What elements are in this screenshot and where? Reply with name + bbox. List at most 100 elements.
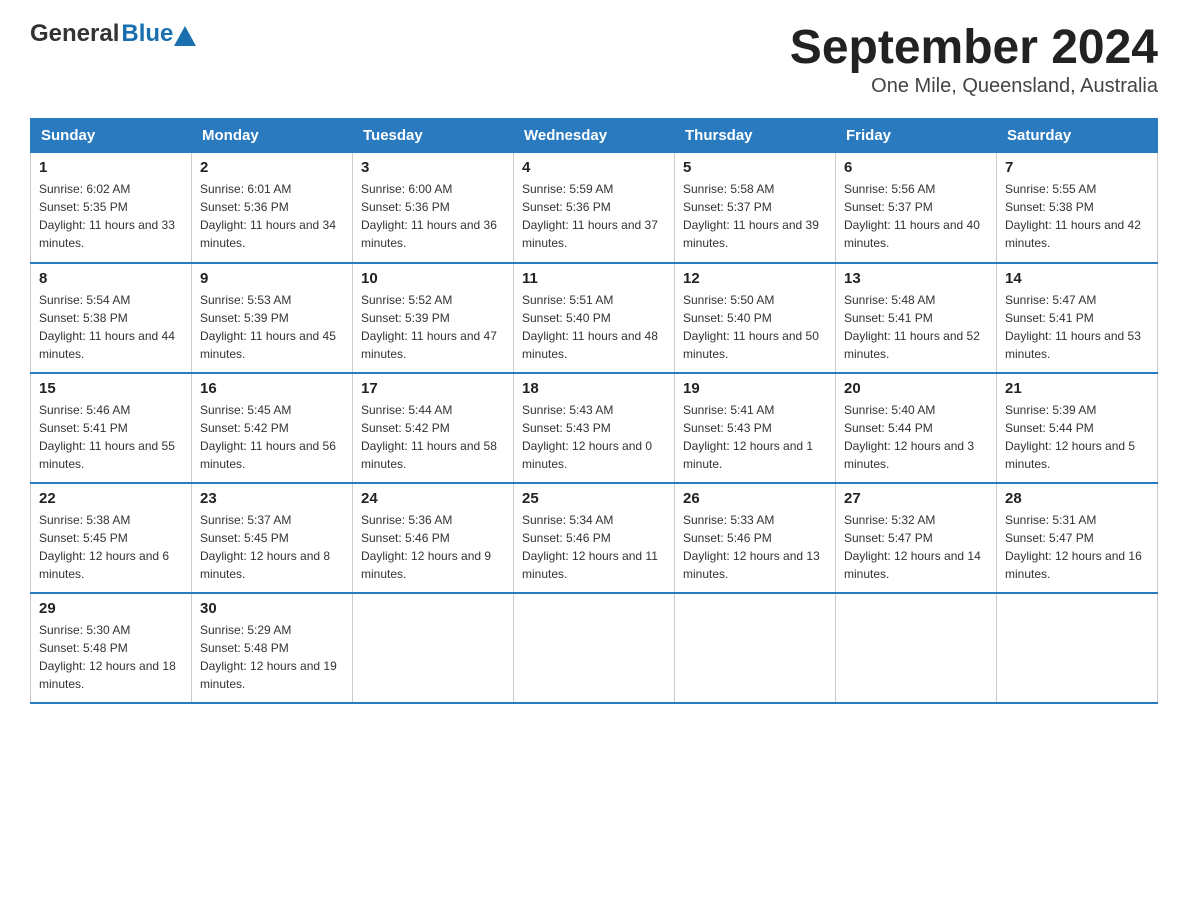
- day-info: Sunrise: 5:38 AM Sunset: 5:45 PM Dayligh…: [39, 511, 183, 583]
- calendar-day-cell: [514, 593, 675, 703]
- calendar-day-cell: 28 Sunrise: 5:31 AM Sunset: 5:47 PM Dayl…: [997, 483, 1158, 593]
- logo-blue-text: Blue: [121, 20, 173, 48]
- day-number: 28: [1005, 490, 1149, 507]
- day-number: 10: [361, 270, 505, 287]
- day-number: 5: [683, 159, 827, 176]
- day-info: Sunrise: 5:36 AM Sunset: 5:46 PM Dayligh…: [361, 511, 505, 583]
- day-number: 26: [683, 490, 827, 507]
- calendar-week-row: 22 Sunrise: 5:38 AM Sunset: 5:45 PM Dayl…: [31, 483, 1158, 593]
- day-info: Sunrise: 5:56 AM Sunset: 5:37 PM Dayligh…: [844, 180, 988, 252]
- day-info: Sunrise: 5:45 AM Sunset: 5:42 PM Dayligh…: [200, 401, 344, 473]
- header-row: Sunday Monday Tuesday Wednesday Thursday…: [31, 119, 1158, 153]
- day-info: Sunrise: 5:31 AM Sunset: 5:47 PM Dayligh…: [1005, 511, 1149, 583]
- calendar-day-cell: 7 Sunrise: 5:55 AM Sunset: 5:38 PM Dayli…: [997, 153, 1158, 263]
- day-info: Sunrise: 5:29 AM Sunset: 5:48 PM Dayligh…: [200, 621, 344, 693]
- calendar-week-row: 8 Sunrise: 5:54 AM Sunset: 5:38 PM Dayli…: [31, 263, 1158, 373]
- calendar-week-row: 1 Sunrise: 6:02 AM Sunset: 5:35 PM Dayli…: [31, 153, 1158, 263]
- day-info: Sunrise: 5:55 AM Sunset: 5:38 PM Dayligh…: [1005, 180, 1149, 252]
- calendar-day-cell: 15 Sunrise: 5:46 AM Sunset: 5:41 PM Dayl…: [31, 373, 192, 483]
- day-number: 2: [200, 159, 344, 176]
- day-number: 11: [522, 270, 666, 287]
- col-friday: Friday: [836, 119, 997, 153]
- day-info: Sunrise: 5:37 AM Sunset: 5:45 PM Dayligh…: [200, 511, 344, 583]
- day-info: Sunrise: 5:50 AM Sunset: 5:40 PM Dayligh…: [683, 291, 827, 363]
- day-info: Sunrise: 5:34 AM Sunset: 5:46 PM Dayligh…: [522, 511, 666, 583]
- day-info: Sunrise: 5:33 AM Sunset: 5:46 PM Dayligh…: [683, 511, 827, 583]
- calendar-day-cell: 12 Sunrise: 5:50 AM Sunset: 5:40 PM Dayl…: [675, 263, 836, 373]
- calendar-day-cell: 18 Sunrise: 5:43 AM Sunset: 5:43 PM Dayl…: [514, 373, 675, 483]
- day-info: Sunrise: 5:40 AM Sunset: 5:44 PM Dayligh…: [844, 401, 988, 473]
- day-number: 3: [361, 159, 505, 176]
- header: General Blue September 2024 One Mile, Qu…: [30, 20, 1158, 98]
- calendar-body: 1 Sunrise: 6:02 AM Sunset: 5:35 PM Dayli…: [31, 153, 1158, 703]
- day-info: Sunrise: 6:00 AM Sunset: 5:36 PM Dayligh…: [361, 180, 505, 252]
- calendar-day-cell: 9 Sunrise: 5:53 AM Sunset: 5:39 PM Dayli…: [192, 263, 353, 373]
- calendar-day-cell: [675, 593, 836, 703]
- day-number: 15: [39, 380, 183, 397]
- day-info: Sunrise: 5:58 AM Sunset: 5:37 PM Dayligh…: [683, 180, 827, 252]
- calendar-day-cell: 23 Sunrise: 5:37 AM Sunset: 5:45 PM Dayl…: [192, 483, 353, 593]
- day-number: 12: [683, 270, 827, 287]
- calendar-day-cell: 11 Sunrise: 5:51 AM Sunset: 5:40 PM Dayl…: [514, 263, 675, 373]
- day-number: 13: [844, 270, 988, 287]
- day-number: 27: [844, 490, 988, 507]
- day-number: 25: [522, 490, 666, 507]
- day-number: 1: [39, 159, 183, 176]
- day-info: Sunrise: 5:59 AM Sunset: 5:36 PM Dayligh…: [522, 180, 666, 252]
- day-number: 7: [1005, 159, 1149, 176]
- calendar-day-cell: 6 Sunrise: 5:56 AM Sunset: 5:37 PM Dayli…: [836, 153, 997, 263]
- calendar-day-cell: 16 Sunrise: 5:45 AM Sunset: 5:42 PM Dayl…: [192, 373, 353, 483]
- calendar-day-cell: 29 Sunrise: 5:30 AM Sunset: 5:48 PM Dayl…: [31, 593, 192, 703]
- col-tuesday: Tuesday: [353, 119, 514, 153]
- day-number: 16: [200, 380, 344, 397]
- day-number: 22: [39, 490, 183, 507]
- logo: General Blue: [30, 20, 196, 48]
- calendar-title: September 2024: [790, 20, 1158, 75]
- calendar-week-row: 29 Sunrise: 5:30 AM Sunset: 5:48 PM Dayl…: [31, 593, 1158, 703]
- day-info: Sunrise: 5:46 AM Sunset: 5:41 PM Dayligh…: [39, 401, 183, 473]
- day-info: Sunrise: 5:39 AM Sunset: 5:44 PM Dayligh…: [1005, 401, 1149, 473]
- calendar-day-cell: 20 Sunrise: 5:40 AM Sunset: 5:44 PM Dayl…: [836, 373, 997, 483]
- day-number: 23: [200, 490, 344, 507]
- day-info: Sunrise: 5:47 AM Sunset: 5:41 PM Dayligh…: [1005, 291, 1149, 363]
- day-info: Sunrise: 5:54 AM Sunset: 5:38 PM Dayligh…: [39, 291, 183, 363]
- col-sunday: Sunday: [31, 119, 192, 153]
- day-number: 17: [361, 380, 505, 397]
- calendar-day-cell: 10 Sunrise: 5:52 AM Sunset: 5:39 PM Dayl…: [353, 263, 514, 373]
- day-number: 8: [39, 270, 183, 287]
- col-thursday: Thursday: [675, 119, 836, 153]
- day-info: Sunrise: 5:53 AM Sunset: 5:39 PM Dayligh…: [200, 291, 344, 363]
- day-info: Sunrise: 5:41 AM Sunset: 5:43 PM Dayligh…: [683, 401, 827, 473]
- calendar-day-cell: 19 Sunrise: 5:41 AM Sunset: 5:43 PM Dayl…: [675, 373, 836, 483]
- day-info: Sunrise: 5:52 AM Sunset: 5:39 PM Dayligh…: [361, 291, 505, 363]
- calendar-day-cell: 22 Sunrise: 5:38 AM Sunset: 5:45 PM Dayl…: [31, 483, 192, 593]
- calendar-subtitle: One Mile, Queensland, Australia: [790, 75, 1158, 98]
- day-number: 29: [39, 600, 183, 617]
- calendar-day-cell: [836, 593, 997, 703]
- day-info: Sunrise: 5:48 AM Sunset: 5:41 PM Dayligh…: [844, 291, 988, 363]
- calendar-day-cell: [997, 593, 1158, 703]
- day-info: Sunrise: 5:43 AM Sunset: 5:43 PM Dayligh…: [522, 401, 666, 473]
- calendar-day-cell: 25 Sunrise: 5:34 AM Sunset: 5:46 PM Dayl…: [514, 483, 675, 593]
- calendar-day-cell: 30 Sunrise: 5:29 AM Sunset: 5:48 PM Dayl…: [192, 593, 353, 703]
- col-monday: Monday: [192, 119, 353, 153]
- logo-general-text: General: [30, 20, 119, 48]
- col-saturday: Saturday: [997, 119, 1158, 153]
- col-wednesday: Wednesday: [514, 119, 675, 153]
- day-number: 24: [361, 490, 505, 507]
- calendar-day-cell: 8 Sunrise: 5:54 AM Sunset: 5:38 PM Dayli…: [31, 263, 192, 373]
- day-info: Sunrise: 6:02 AM Sunset: 5:35 PM Dayligh…: [39, 180, 183, 252]
- calendar-day-cell: [353, 593, 514, 703]
- calendar-day-cell: 26 Sunrise: 5:33 AM Sunset: 5:46 PM Dayl…: [675, 483, 836, 593]
- calendar-day-cell: 4 Sunrise: 5:59 AM Sunset: 5:36 PM Dayli…: [514, 153, 675, 263]
- calendar-day-cell: 5 Sunrise: 5:58 AM Sunset: 5:37 PM Dayli…: [675, 153, 836, 263]
- calendar-table: Sunday Monday Tuesday Wednesday Thursday…: [30, 118, 1158, 704]
- calendar-day-cell: 1 Sunrise: 6:02 AM Sunset: 5:35 PM Dayli…: [31, 153, 192, 263]
- calendar-day-cell: 17 Sunrise: 5:44 AM Sunset: 5:42 PM Dayl…: [353, 373, 514, 483]
- calendar-day-cell: 21 Sunrise: 5:39 AM Sunset: 5:44 PM Dayl…: [997, 373, 1158, 483]
- day-number: 4: [522, 159, 666, 176]
- day-info: Sunrise: 5:44 AM Sunset: 5:42 PM Dayligh…: [361, 401, 505, 473]
- day-info: Sunrise: 6:01 AM Sunset: 5:36 PM Dayligh…: [200, 180, 344, 252]
- calendar-day-cell: 24 Sunrise: 5:36 AM Sunset: 5:46 PM Dayl…: [353, 483, 514, 593]
- calendar-day-cell: 13 Sunrise: 5:48 AM Sunset: 5:41 PM Dayl…: [836, 263, 997, 373]
